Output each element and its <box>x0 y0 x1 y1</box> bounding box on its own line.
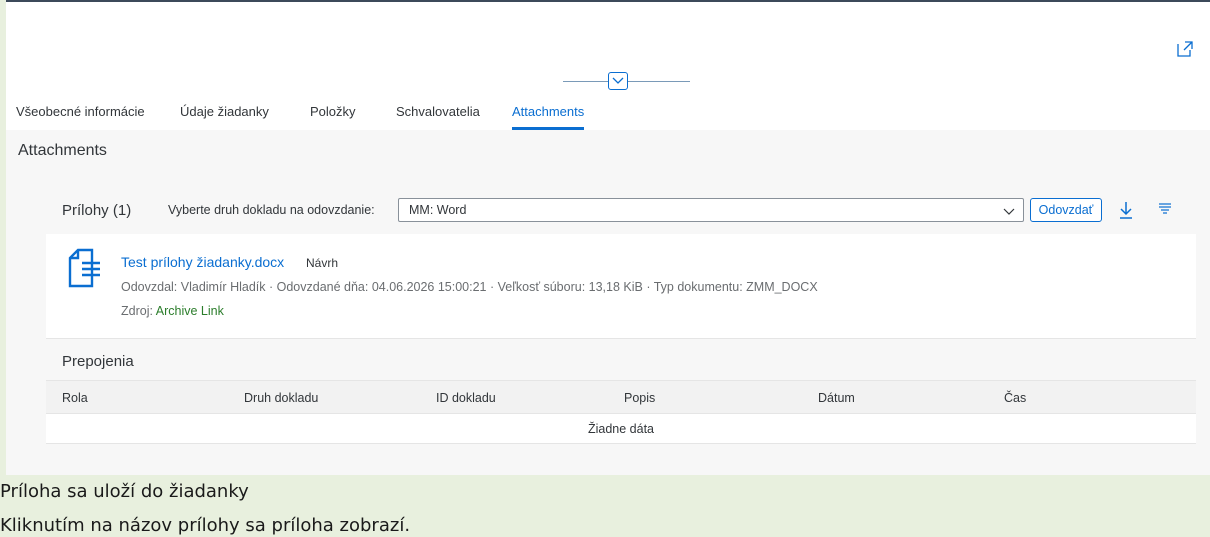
document-type-label: Vyberte druh dokladu na odovzdanie: <box>168 203 375 217</box>
note-line-1: Príloha sa uloží do žiadanky <box>0 481 249 502</box>
share-icon[interactable] <box>1176 40 1194 58</box>
attachments-count-title: Prílohy (1) <box>62 202 132 219</box>
attachments-toolbar: Prílohy (1) Vyberte druh dokladu na odov… <box>46 190 1196 234</box>
links-table-header: Rola Druh dokladu ID dokladu Popis Dátum… <box>46 380 1196 414</box>
download-icon[interactable] <box>1118 200 1134 220</box>
collapse-header-button[interactable] <box>608 72 628 90</box>
note-line-2: Kliknutím na názov prílohy sa príloha zo… <box>0 515 411 536</box>
column-header[interactable]: Dátum <box>818 391 855 405</box>
instruction-note: Príloha sa uloží do žiadanky Kliknutím n… <box>0 475 1210 537</box>
attachment-meta: Odovzdal: Vladimír Hladík · Odovzdané dň… <box>121 280 818 294</box>
attachment-list-item[interactable]: Test prílohy žiadanky.docx Návrh Odovzda… <box>46 234 1196 338</box>
section-title: Attachments <box>18 142 107 159</box>
column-header[interactable]: Rola <box>62 391 88 405</box>
chevron-down-icon <box>612 77 624 84</box>
upload-button[interactable]: Odovzdať <box>1030 198 1102 222</box>
tab-vseobecne-informacie[interactable]: Všeobecné informácie <box>16 104 145 130</box>
tab-polozky[interactable]: Položky <box>310 104 356 130</box>
document-type-select[interactable]: MM: Word <box>398 198 1024 222</box>
attachments-section: Attachments Prílohy (1) Vyberte druh dok… <box>6 130 1210 475</box>
column-header[interactable]: ID dokladu <box>436 391 496 405</box>
links-section: Prepojenia <box>46 338 1196 380</box>
chevron-down-icon <box>1003 208 1015 215</box>
object-header: Všeobecné informácie Údaje žiadanky Polo… <box>6 2 1210 130</box>
tab-schvalovatelia[interactable]: Schvalovatelia <box>396 104 480 130</box>
column-header[interactable]: Čas <box>1004 391 1026 405</box>
tab-attachments[interactable]: Attachments <box>512 104 585 130</box>
tab-udaje-ziadanky[interactable]: Údaje žiadanky <box>180 104 269 130</box>
filter-icon[interactable] <box>1158 202 1172 216</box>
document-icon <box>68 248 100 288</box>
column-header[interactable]: Popis <box>624 391 655 405</box>
document-type-value: MM: Word <box>409 203 467 217</box>
collapse-divider-left <box>563 81 608 82</box>
no-data-text: Žiadne dáta <box>587 422 655 436</box>
attachment-source-label: Zdroj: <box>121 304 153 318</box>
attachment-source: Zdroj: Archive Link <box>121 304 224 318</box>
collapse-divider-right <box>628 81 690 82</box>
attachment-status: Návrh <box>306 256 339 270</box>
links-title: Prepojenia <box>62 353 134 370</box>
column-header[interactable]: Druh dokladu <box>244 391 318 405</box>
links-table-empty-row: Žiadne dáta <box>46 414 1196 444</box>
attachment-file-name-link[interactable]: Test prílohy žiadanky.docx <box>121 254 284 270</box>
attachment-source-value: Archive Link <box>155 304 224 318</box>
